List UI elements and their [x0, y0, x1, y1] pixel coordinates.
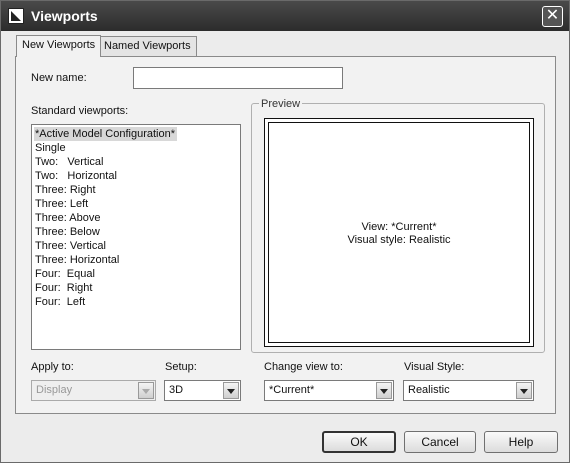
app-icon — [8, 8, 24, 24]
visual-style-select[interactable]: Realistic — [403, 380, 534, 401]
change-view-label: Change view to: — [264, 361, 343, 373]
visual-style-label: Visual Style: — [404, 361, 465, 373]
tab-named-viewports[interactable]: Named Viewports — [98, 36, 197, 56]
list-item-four-equal[interactable]: Four: Equal — [34, 267, 240, 281]
apply-to-label: Apply to: — [31, 361, 74, 373]
chevron-down-icon — [138, 382, 154, 399]
preview-view-text: View: *Current* — [361, 221, 437, 233]
preview-group-title: Preview — [259, 98, 303, 110]
setup-value: 3D — [169, 384, 184, 396]
apply-to-value: Display — [36, 384, 73, 396]
help-button[interactable]: Help — [484, 431, 558, 453]
preview-caption: View: *Current* Visual style: Realistic — [269, 221, 529, 247]
preview-viewport-frame: View: *Current* Visual style: Realistic — [268, 122, 530, 343]
list-item-four-left[interactable]: Four: Left — [34, 295, 240, 309]
title-bar: Viewports ✕ — [1, 1, 569, 31]
preview-style-text: Visual style: Realistic — [347, 234, 451, 246]
close-icon: ✕ — [545, 7, 560, 24]
tab-new-viewports[interactable]: New Viewports — [16, 35, 102, 57]
list-item-three-above[interactable]: Three: Above — [34, 211, 240, 225]
chevron-down-icon — [376, 382, 392, 399]
new-name-input[interactable] — [133, 67, 343, 89]
setup-select[interactable]: 3D — [164, 380, 241, 401]
list-item-two-horizontal[interactable]: Two: Horizontal — [34, 169, 240, 183]
preview-pane: View: *Current* Visual style: Realistic — [264, 118, 534, 347]
new-name-label: New name: — [31, 72, 87, 84]
list-item-three-left[interactable]: Three: Left — [34, 197, 240, 211]
list-item-four-right[interactable]: Four: Right — [34, 281, 240, 295]
visual-style-value: Realistic — [408, 384, 450, 396]
standard-viewports-list[interactable]: *Active Model Configuration* Single Two:… — [31, 124, 241, 350]
list-item-three-below[interactable]: Three: Below — [34, 225, 240, 239]
viewports-dialog: Viewports ✕ New Viewports Named Viewport… — [0, 0, 570, 463]
list-item-single[interactable]: Single — [34, 141, 240, 155]
cancel-button[interactable]: Cancel — [404, 431, 476, 453]
ok-button[interactable]: OK — [322, 431, 396, 453]
change-view-value: *Current* — [269, 384, 315, 396]
setup-label: Setup: — [165, 361, 197, 373]
change-view-select[interactable]: *Current* — [264, 380, 394, 401]
close-button[interactable]: ✕ — [542, 6, 563, 27]
chevron-down-icon — [223, 382, 239, 399]
chevron-down-icon — [516, 382, 532, 399]
list-item-active-config[interactable]: *Active Model Configuration* — [34, 127, 178, 141]
apply-to-select[interactable]: Display — [31, 380, 156, 401]
list-item-three-right[interactable]: Three: Right — [34, 183, 240, 197]
window-title: Viewports — [31, 8, 98, 24]
list-item-two-vertical[interactable]: Two: Vertical — [34, 155, 240, 169]
standard-viewports-label: Standard viewports: — [31, 105, 129, 117]
list-item-three-horizontal[interactable]: Three: Horizontal — [34, 253, 240, 267]
list-item-three-vertical[interactable]: Three: Vertical — [34, 239, 240, 253]
